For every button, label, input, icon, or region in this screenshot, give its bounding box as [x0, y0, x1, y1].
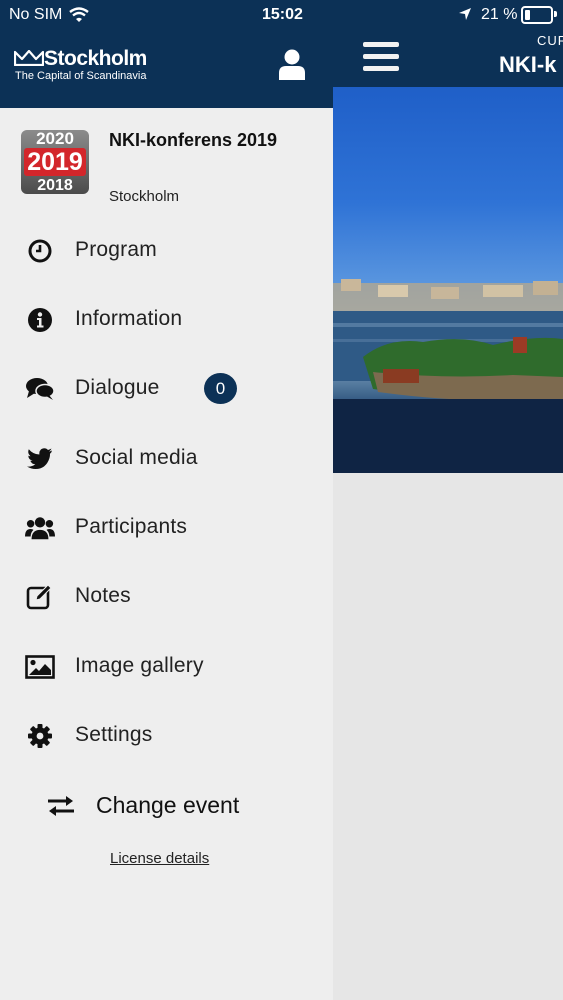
status-time: 15:02 [262, 6, 303, 23]
event-image-year-main: 2019 [24, 148, 86, 176]
menu-item-notes[interactable]: Notes [0, 571, 333, 621]
menu-item-label: Social media [75, 446, 198, 469]
change-event-button[interactable]: Change event [0, 782, 333, 832]
battery-icon [521, 6, 557, 24]
status-bar-right: 21 % [333, 0, 563, 30]
menu-item-label: Program [75, 238, 157, 261]
current-event-card[interactable]: 2020 2019 2018 NKI-konferens 2019 Stockh… [0, 108, 333, 210]
menu-item-program[interactable]: Program [0, 225, 333, 275]
dialogue-count-badge: 0 [204, 373, 237, 404]
status-bar: No SIM 15:02 [0, 0, 333, 30]
menu-item-label: Participants [75, 515, 188, 538]
chat-icon [25, 375, 55, 403]
image-icon [25, 653, 55, 681]
gear-icon [25, 722, 55, 750]
drawer-header: Stockholm The Capital of Scandinavia [0, 30, 333, 108]
main-header-title: NKI-k [499, 52, 557, 77]
event-image-year-bottom: 2018 [37, 177, 73, 194]
wifi-icon [69, 7, 89, 27]
menu-item-information[interactable]: Information [0, 294, 333, 344]
user-icon[interactable] [278, 48, 306, 80]
clock-icon [25, 237, 55, 265]
event-title: NKI-konferens 2019 [109, 130, 278, 150]
logo-wordmark: Stockholm [44, 47, 147, 70]
main-header-subtitle: CUR [537, 33, 563, 48]
menu-item-label: Information [75, 307, 183, 330]
twitter-icon [25, 445, 55, 473]
event-logo-image: 2020 2019 2018 [21, 130, 89, 194]
location-arrow-icon [458, 7, 472, 26]
menu-item-settings[interactable]: Settings [0, 710, 333, 760]
menu-item-label: Settings [75, 723, 153, 746]
main-header: CUR NKI-k [333, 30, 563, 87]
menu-item-label: Image gallery [75, 654, 204, 677]
battery-percentage: 21 % [481, 6, 518, 23]
menu-item-social-media[interactable]: Social media [0, 433, 333, 483]
swap-arrows-icon [46, 794, 76, 820]
change-event-label: Change event [96, 792, 240, 818]
menu-item-image-gallery[interactable]: Image gallery [0, 641, 333, 691]
menu-item-label: Dialogue [75, 376, 160, 399]
event-image-year-top: 2020 [36, 130, 74, 148]
edit-icon [25, 583, 55, 611]
navigation-drawer: Stockholm The Capital of Scandinavia 202… [0, 30, 333, 1000]
carrier-label: No SIM [9, 6, 63, 23]
info-icon [25, 306, 55, 334]
main-page: 21 % CUR NKI-k [333, 0, 563, 1000]
logo-tagline: The Capital of Scandinavia [15, 70, 147, 82]
license-details-link[interactable]: License details [110, 850, 209, 867]
users-icon [25, 514, 55, 542]
event-location: Stockholm [109, 188, 180, 205]
menu-item-dialogue[interactable]: Dialogue 0 [0, 363, 333, 413]
crown-icon [14, 50, 44, 66]
hero-image [333, 87, 563, 473]
hamburger-menu-icon[interactable] [363, 42, 399, 74]
menu-item-label: Notes [75, 584, 131, 607]
menu-item-participants[interactable]: Participants [0, 502, 333, 552]
